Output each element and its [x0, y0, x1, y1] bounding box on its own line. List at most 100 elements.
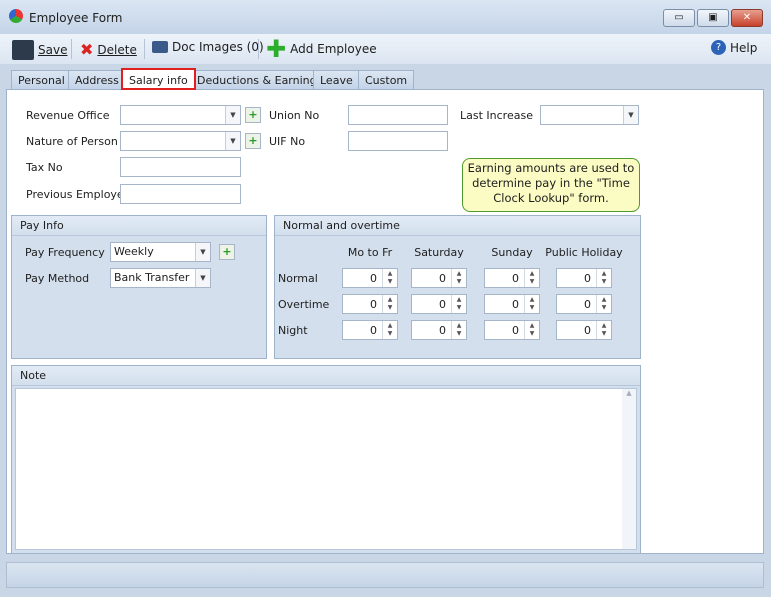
spin-arrows-icon[interactable]: ▲ ▼: [524, 269, 539, 287]
column-header: Mo to Fr: [347, 246, 393, 259]
chevron-down-icon[interactable]: ▼: [623, 106, 638, 124]
tax-no-label: Tax No: [26, 161, 63, 174]
help-button[interactable]: ? Help: [711, 40, 757, 55]
tab-address[interactable]: Address: [68, 70, 126, 90]
hours-spin-input[interactable]: 0 ▲ ▼: [556, 320, 612, 340]
union-no-input[interactable]: [348, 105, 448, 125]
pay-frequency-value: Weekly: [114, 245, 154, 258]
tab-custom[interactable]: Custom: [358, 70, 415, 90]
toolbar: Save ✖ Delete Doc Images (0) ✚ Add Employe…: [0, 34, 771, 64]
tab-salary-info[interactable]: Salary info: [121, 68, 196, 90]
row-label: Overtime: [278, 298, 330, 311]
spin-arrows-icon[interactable]: ▲ ▼: [382, 295, 397, 313]
spin-value: 0: [512, 324, 519, 337]
hours-spin-input[interactable]: 0 ▲ ▼: [484, 268, 540, 288]
separator: [71, 39, 72, 59]
uif-no-label: UIF No: [269, 135, 306, 148]
pay-method-value: Bank Transfer: [114, 271, 190, 284]
plus-icon: ✚: [266, 35, 287, 63]
delete-icon: ✖: [80, 40, 94, 59]
previous-employer-input[interactable]: [120, 184, 241, 204]
hours-spin-input[interactable]: 0 ▲ ▼: [342, 294, 398, 314]
add-employee-button[interactable]: ✚ Add Employee: [266, 37, 377, 61]
spin-arrows-icon[interactable]: ▲ ▼: [524, 295, 539, 313]
doc-images-label: Doc Images (0): [172, 40, 264, 54]
tab-leave[interactable]: Leave: [313, 70, 360, 90]
last-increase-label: Last Increase: [460, 109, 533, 122]
spin-arrows-icon[interactable]: ▲ ▼: [382, 321, 397, 339]
column-header: Saturday: [414, 246, 464, 259]
add-employee-label: Add Employee: [290, 42, 377, 56]
pay-method-select[interactable]: Bank Transfer ▼: [110, 268, 211, 288]
hours-spin-input[interactable]: 0 ▲ ▼: [342, 268, 398, 288]
separator: [144, 39, 145, 59]
spin-arrows-icon[interactable]: ▲ ▼: [524, 321, 539, 339]
minimize-button[interactable]: ▭: [663, 9, 695, 27]
spin-value: 0: [439, 324, 446, 337]
app-logo-icon: [9, 9, 23, 23]
note-title: Note: [12, 366, 640, 386]
chevron-down-icon[interactable]: ▼: [195, 269, 210, 287]
doc-images-button[interactable]: Doc Images (0): [152, 40, 264, 54]
hours-spin-input[interactable]: 0 ▲ ▼: [484, 320, 540, 340]
hours-spin-input[interactable]: 0 ▲ ▼: [556, 294, 612, 314]
pay-frequency-select[interactable]: Weekly ▼: [110, 242, 211, 262]
spin-arrows-icon[interactable]: ▲ ▼: [596, 321, 611, 339]
save-label: Save: [38, 43, 68, 57]
spin-arrows-icon[interactable]: ▲ ▼: [451, 269, 466, 287]
pay-frequency-label: Pay Frequency: [25, 246, 105, 259]
column-header: Sunday: [491, 246, 533, 259]
hours-spin-input[interactable]: 0 ▲ ▼: [484, 294, 540, 314]
spin-arrows-icon[interactable]: ▲ ▼: [451, 295, 466, 313]
save-icon: [12, 40, 34, 60]
chevron-down-icon[interactable]: ▼: [225, 106, 240, 124]
tax-no-input[interactable]: [120, 157, 241, 177]
hours-spin-input[interactable]: 0 ▲ ▼: [411, 320, 467, 340]
note-scrollbar[interactable]: ▲: [622, 389, 636, 549]
add-lookup-icon[interactable]: +: [245, 107, 261, 123]
close-button[interactable]: ✕: [731, 9, 763, 27]
normal-overtime-title: Normal and overtime: [275, 216, 640, 236]
add-lookup-icon[interactable]: +: [245, 133, 261, 149]
tab-personal[interactable]: Personal: [11, 70, 72, 90]
chevron-down-icon[interactable]: ▼: [195, 243, 210, 261]
spin-value: 0: [512, 298, 519, 311]
spin-arrows-icon[interactable]: ▲ ▼: [451, 321, 466, 339]
spin-value: 0: [584, 324, 591, 337]
chevron-down-icon[interactable]: ▼: [225, 132, 240, 150]
window-title: Employee Form: [29, 11, 123, 25]
help-icon: ?: [711, 40, 726, 55]
uif-no-input[interactable]: [348, 131, 448, 151]
note-textarea[interactable]: [15, 388, 637, 550]
revenue-office-label: Revenue Office: [26, 109, 110, 122]
callout-tooltip: Earning amounts are used to determine pa…: [462, 158, 640, 212]
spin-arrows-icon[interactable]: ▲ ▼: [382, 269, 397, 287]
union-no-label: Union No: [269, 109, 320, 122]
revenue-office-select[interactable]: ▼: [120, 105, 241, 125]
hours-spin-input[interactable]: 0 ▲ ▼: [342, 320, 398, 340]
pay-method-label: Pay Method: [25, 272, 90, 285]
spin-value: 0: [370, 298, 377, 311]
scanner-icon: [152, 41, 168, 53]
previous-employer-label: Previous Employer: [26, 188, 129, 201]
save-button[interactable]: Save: [12, 40, 67, 60]
spin-arrows-icon[interactable]: ▲ ▼: [596, 295, 611, 313]
status-bar: [6, 562, 764, 588]
spin-value: 0: [439, 298, 446, 311]
spin-arrows-icon[interactable]: ▲ ▼: [596, 269, 611, 287]
title-bar: Employee Form ▭ ▣ ✕: [0, 0, 771, 34]
column-header: Public Holiday: [545, 246, 623, 259]
hours-spin-input[interactable]: 0 ▲ ▼: [556, 268, 612, 288]
nature-of-person-select[interactable]: ▼: [120, 131, 241, 151]
delete-button[interactable]: ✖ Delete: [80, 40, 137, 59]
hours-spin-input[interactable]: 0 ▲ ▼: [411, 294, 467, 314]
last-increase-date[interactable]: ▼: [540, 105, 639, 125]
maximize-button[interactable]: ▣: [697, 9, 729, 27]
hours-spin-input[interactable]: 0 ▲ ▼: [411, 268, 467, 288]
spin-value: 0: [370, 272, 377, 285]
spin-value: 0: [512, 272, 519, 285]
pay-info-title: Pay Info: [12, 216, 266, 236]
spin-value: 0: [439, 272, 446, 285]
add-lookup-icon[interactable]: +: [219, 244, 235, 260]
tab-deductions-earnings[interactable]: Deductions & Earnings: [190, 70, 330, 90]
